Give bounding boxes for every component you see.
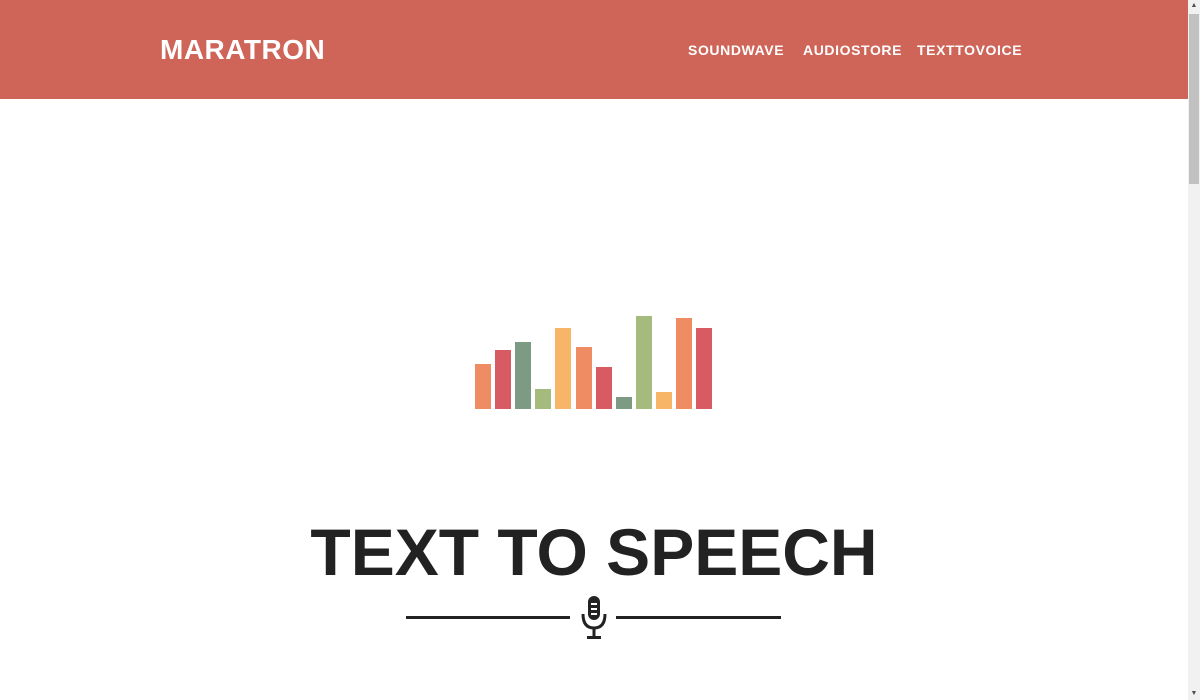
equalizer-bar [515,342,531,409]
scrollbar-thumb[interactable] [1189,14,1199,184]
scroll-up-arrow-icon[interactable]: ▲ [1188,0,1200,12]
scroll-down-arrow-icon[interactable]: ▼ [1188,688,1200,700]
divider-line-left [406,616,570,619]
equalizer-bar [576,347,592,409]
equalizer-bar [495,350,511,409]
microphone-icon [581,596,607,639]
main-nav: SOUNDWAVE AUDIOSTORE TEXTTOVOICE [0,41,1188,61]
equalizer-bar [656,392,672,409]
equalizer-bar [596,367,612,409]
page: MARATRON SOUNDWAVE AUDIOSTORE TEXTTOVOIC… [0,0,1188,700]
nav-link-soundwave[interactable]: SOUNDWAVE [688,41,784,59]
vertical-scrollbar[interactable]: ▲ ▼ [1188,0,1200,700]
equalizer-bar [676,318,692,409]
equalizer-bar [535,389,551,409]
equalizer-graphic [0,300,1188,410]
top-navbar: MARATRON SOUNDWAVE AUDIOSTORE TEXTTOVOIC… [0,0,1188,99]
equalizer-bar [696,328,712,409]
hero-title: TEXT TO SPEECH [310,515,878,589]
nav-link-texttovoice[interactable]: TEXTTOVOICE [917,41,1022,59]
divider-line-right [616,616,781,619]
equalizer-bar [475,364,491,409]
equalizer-bar [555,328,571,409]
nav-link-audiostore[interactable]: AUDIOSTORE [803,41,902,59]
equalizer-bar [616,397,632,409]
equalizer-bar [636,316,652,409]
